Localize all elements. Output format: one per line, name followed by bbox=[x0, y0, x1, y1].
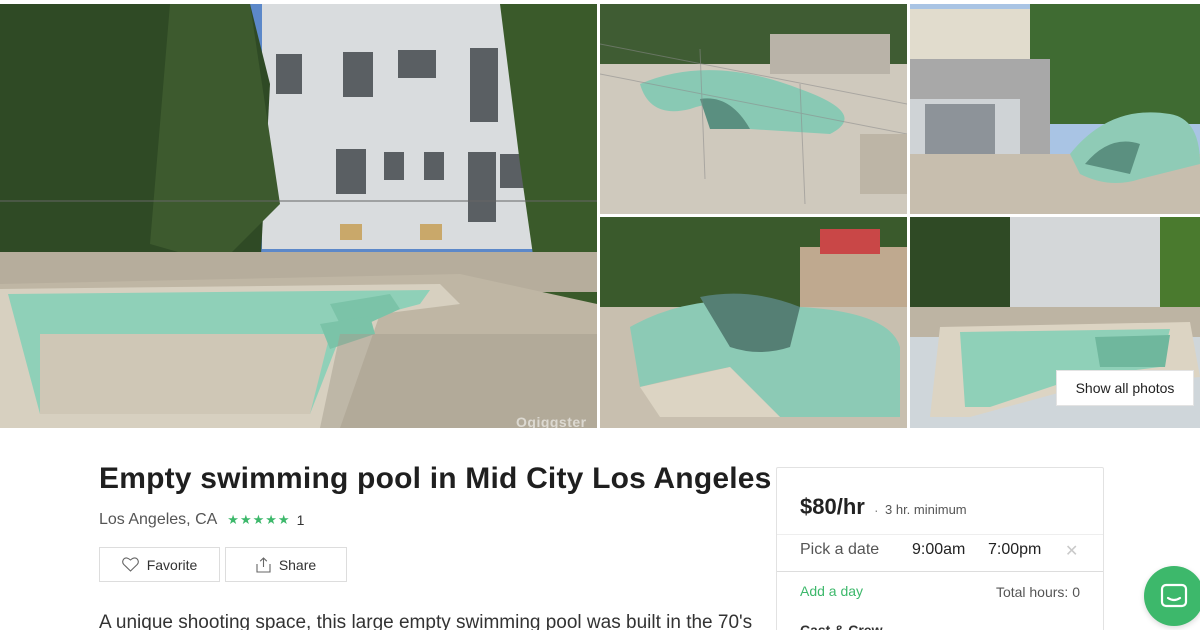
chat-icon bbox=[1160, 583, 1188, 608]
add-day-link[interactable]: Add a day bbox=[800, 583, 863, 599]
start-time-select[interactable]: 9:00am bbox=[912, 541, 965, 559]
price-separator: · bbox=[874, 502, 879, 518]
favorite-label: Favorite bbox=[146, 556, 198, 573]
hourly-price: $80/hr bbox=[800, 494, 865, 519]
watermark-text: Ogiggster bbox=[516, 414, 587, 428]
show-all-photos-button[interactable]: Show all photos bbox=[1056, 370, 1194, 406]
star-icon: ★ bbox=[239, 512, 252, 527]
gallery-photo-main[interactable]: Ogiggster bbox=[0, 4, 597, 428]
rating-stars: ★ ★ ★ ★ ★ bbox=[227, 512, 290, 528]
star-icon: ★ bbox=[252, 512, 265, 527]
favorite-button[interactable]: Favorite bbox=[99, 547, 220, 582]
heart-icon bbox=[121, 557, 139, 572]
clear-time-icon[interactable]: ✕ bbox=[1065, 541, 1078, 561]
gallery-photo-3[interactable] bbox=[910, 4, 1200, 214]
share-button[interactable]: Share bbox=[225, 547, 347, 582]
listing-location: Los Angeles, CA bbox=[99, 511, 218, 528]
review-count[interactable]: 1 bbox=[297, 512, 305, 528]
pool-photo-image bbox=[0, 4, 597, 428]
end-time-select[interactable]: 7:00pm bbox=[988, 541, 1041, 559]
cast-crew-label: Cast & Crew bbox=[800, 622, 883, 630]
gallery-photo-2[interactable] bbox=[600, 4, 907, 214]
share-icon bbox=[256, 556, 271, 573]
pool-photo-image bbox=[600, 4, 907, 214]
booking-card: $80/hr · 3 hr. minimum Pick a date 9:00a… bbox=[776, 467, 1104, 630]
pool-photo-image bbox=[910, 4, 1200, 214]
date-picker[interactable]: Pick a date bbox=[800, 541, 879, 559]
photo-gallery: Ogiggster Show all photos bbox=[0, 0, 1200, 430]
hour-minimum: 3 hr. minimum bbox=[885, 502, 967, 517]
listing-title: Empty swimming pool in Mid City Los Ange… bbox=[99, 462, 772, 495]
chat-launcher-button[interactable] bbox=[1144, 566, 1200, 626]
gallery-photo-4[interactable] bbox=[600, 217, 907, 428]
location-rating-row: Los Angeles, CA ★ ★ ★ ★ ★ 1 bbox=[99, 511, 304, 529]
pool-photo-image bbox=[600, 217, 907, 428]
star-icon: ★ bbox=[277, 512, 290, 527]
share-label: Share bbox=[278, 556, 317, 573]
star-icon: ★ bbox=[227, 512, 239, 527]
total-hours: Total hours: 0 bbox=[995, 584, 1080, 600]
star-icon: ★ bbox=[265, 512, 277, 527]
listing-description: A unique shooting space, this large empt… bbox=[99, 612, 753, 630]
